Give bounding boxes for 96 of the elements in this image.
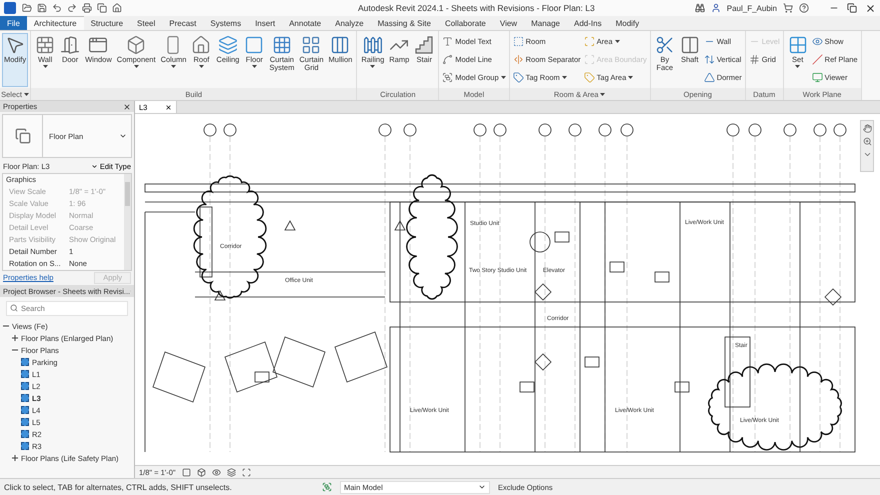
- pointer-icon: [5, 35, 26, 55]
- cart-icon[interactable]: [783, 3, 793, 13]
- plan-icon: [14, 128, 30, 144]
- layers-icon: [218, 35, 238, 55]
- collapse-icon[interactable]: [12, 347, 18, 353]
- grid-icon: [272, 35, 292, 55]
- caret-icon: [614, 40, 620, 43]
- caret-icon: [562, 76, 567, 79]
- slab-icon: [244, 35, 264, 55]
- caret-icon: [478, 483, 486, 491]
- group-icon: [442, 72, 454, 83]
- area-icon: [584, 36, 595, 47]
- window-title: Autodesk Revit 2024.1 - Sheets with Revisions - Floor Plan: L3: [358, 3, 596, 13]
- caret-icon[interactable]: [862, 150, 872, 159]
- railing-icon: [362, 35, 383, 55]
- ribbon-tab[interactable]: Manage: [524, 16, 567, 30]
- wall-icon: [35, 35, 56, 55]
- search-icon: [10, 304, 18, 312]
- expand-icon[interactable]: [12, 335, 18, 341]
- ribbon-tab[interactable]: Massing & Site: [370, 16, 438, 30]
- group-icon[interactable]: [322, 482, 332, 492]
- cube-icon: [126, 35, 146, 55]
- eye-icon: [812, 36, 823, 47]
- close-icon[interactable]: [165, 104, 172, 110]
- mullion-icon: [330, 35, 350, 55]
- eye-icon[interactable]: [212, 468, 221, 476]
- user-name[interactable]: Paul_F_Aubin: [726, 4, 777, 12]
- ribbon-tab[interactable]: Add-Ins: [567, 16, 609, 30]
- printer-icon[interactable]: [82, 3, 92, 13]
- undo-icon[interactable]: [52, 3, 62, 13]
- hand-icon[interactable]: [862, 124, 872, 133]
- folder-icon[interactable]: [22, 3, 32, 13]
- ribbon-tab[interactable]: Modify: [608, 16, 646, 30]
- caret-icon: [500, 76, 506, 79]
- dormer-icon: [704, 72, 715, 83]
- binoculars-icon[interactable]: [694, 3, 705, 13]
- shaft-icon: [680, 35, 700, 55]
- status-message: Click to select, TAB for alternates, CTRL adds, SHIFT unselects.: [4, 482, 233, 492]
- restore-icon[interactable]: [847, 3, 857, 13]
- ribbon-tab[interactable]: Structure: [84, 16, 130, 30]
- scrollbar[interactable]: [124, 174, 131, 270]
- caret-icon: [198, 64, 204, 68]
- zoom-icon[interactable]: [862, 137, 872, 146]
- ribbon-tab[interactable]: File: [0, 16, 27, 30]
- ribbon-tab[interactable]: View: [492, 16, 524, 30]
- caret-icon: [252, 64, 257, 68]
- plane-icon: [788, 35, 808, 55]
- separator-icon: [512, 54, 524, 65]
- window-icon: [88, 35, 108, 55]
- close-icon[interactable]: [123, 102, 131, 111]
- vertical-icon: [704, 54, 715, 65]
- save-icon[interactable]: [37, 3, 47, 13]
- grid-icon: [301, 35, 322, 55]
- room-icon: [512, 36, 524, 47]
- caret-icon: [795, 64, 800, 68]
- line-icon: [442, 54, 454, 65]
- ribbon-tab[interactable]: Precast: [162, 16, 204, 30]
- ribbon-tab[interactable]: Architecture: [26, 16, 84, 30]
- grid-icon: [748, 54, 760, 65]
- area-icon: [584, 54, 595, 65]
- stairs-icon: [414, 35, 434, 55]
- caret-icon: [170, 64, 176, 68]
- square-icon[interactable]: [182, 468, 191, 476]
- ribbon-tab[interactable]: Annotate: [282, 16, 328, 30]
- close-icon[interactable]: [865, 2, 876, 14]
- user-icon[interactable]: [710, 3, 721, 13]
- ribbon-tab[interactable]: Insert: [248, 16, 282, 30]
- expand-icon[interactable]: [12, 455, 18, 461]
- tag-icon: [584, 72, 595, 83]
- help-icon[interactable]: [799, 3, 809, 13]
- slash-icon: [812, 54, 823, 65]
- letter-icon: [442, 36, 454, 47]
- caret-icon: [370, 64, 376, 68]
- caret-icon: [42, 64, 48, 68]
- app-logo[interactable]: [4, 2, 16, 14]
- roof-icon: [191, 35, 212, 55]
- caret-icon: [90, 163, 98, 170]
- ribbon-tab[interactable]: Steel: [130, 16, 162, 30]
- caret-icon: [600, 92, 606, 96]
- crop-icon[interactable]: [242, 468, 251, 476]
- ribbon-tab[interactable]: Analyze: [328, 16, 371, 30]
- ribbon-tab[interactable]: Collaborate: [438, 16, 493, 30]
- caret-icon: [24, 92, 29, 96]
- viewer-icon: [812, 72, 823, 83]
- caret-icon: [628, 76, 634, 79]
- scissors-icon: [654, 35, 675, 55]
- caret-icon: [134, 64, 139, 68]
- collapse-icon[interactable]: [3, 323, 9, 329]
- ribbon-tab[interactable]: Systems: [203, 16, 248, 30]
- copy-icon[interactable]: [97, 3, 107, 13]
- door-icon: [60, 35, 80, 55]
- redo-icon[interactable]: [67, 3, 77, 13]
- tag-icon: [512, 72, 524, 83]
- cube-icon[interactable]: [196, 468, 206, 476]
- layers-icon[interactable]: [226, 468, 236, 476]
- house-icon[interactable]: [112, 3, 122, 13]
